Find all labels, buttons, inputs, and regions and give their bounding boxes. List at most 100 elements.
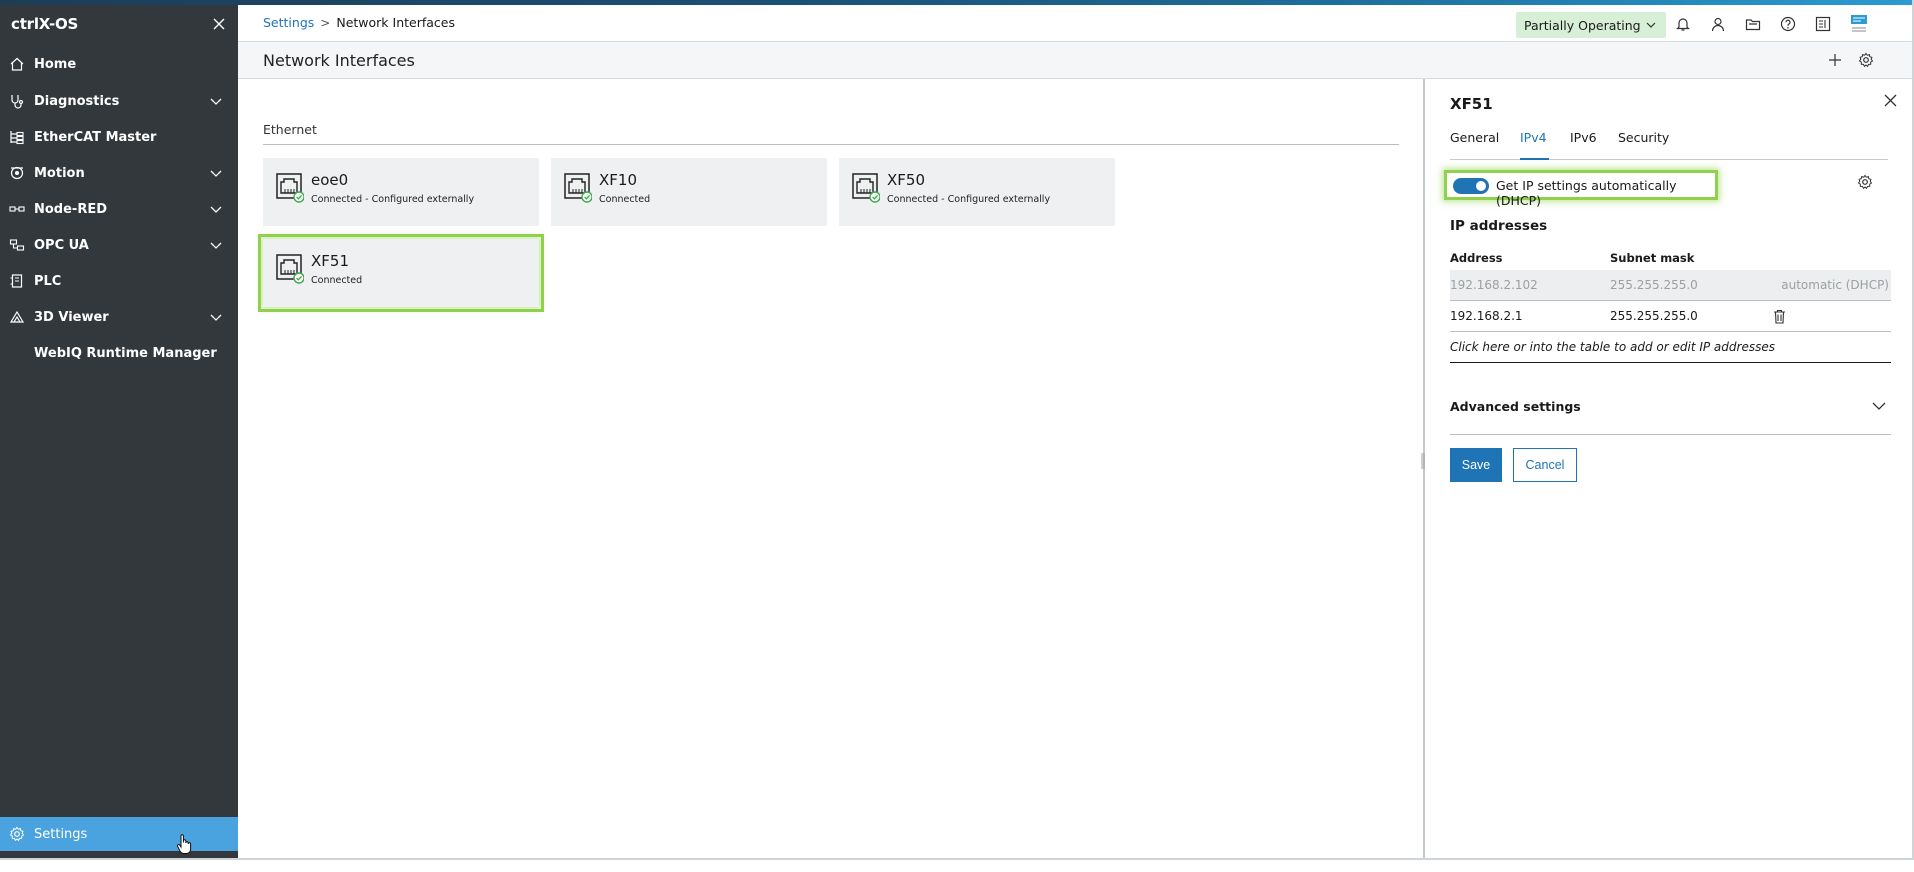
tab-security[interactable]: Security xyxy=(1618,130,1669,160)
sidebar-item-label: WebIQ Runtime Manager xyxy=(34,345,217,361)
sidebar-item-node-red[interactable]: Node-RED xyxy=(0,192,238,226)
tab-ipv6[interactable]: IPv6 xyxy=(1570,130,1597,160)
tab-ipv4[interactable]: IPv4 xyxy=(1520,130,1549,160)
close-sidebar-icon[interactable] xyxy=(213,18,225,30)
user-icon[interactable] xyxy=(1710,16,1726,32)
page-titlebar: Network Interfaces xyxy=(238,42,1912,79)
app-switch-icon[interactable] xyxy=(1815,16,1831,32)
interface-status: Connected - Configured externally xyxy=(311,194,475,205)
ethernet-port-icon xyxy=(852,173,880,203)
opc-ua-icon xyxy=(9,239,25,251)
node-red-icon xyxy=(9,206,25,212)
sidebar-item-webiq-runtime-manager[interactable]: WebIQ Runtime Manager xyxy=(0,336,238,370)
section-divider xyxy=(263,144,1399,145)
interface-status: Connected xyxy=(311,275,363,286)
sidebar-item-label: EtherCAT Master xyxy=(34,129,157,145)
breadcrumb-current: Network Interfaces xyxy=(336,15,455,30)
ethernet-port-icon xyxy=(276,173,304,203)
table-row[interactable]: 192.168.2.1 255.255.255.0 xyxy=(1450,301,1891,332)
hand-cursor-icon xyxy=(177,834,192,854)
dhcp-note-cell: automatic (DHCP) xyxy=(1781,278,1889,292)
3d-viewer-icon xyxy=(9,310,25,323)
top-header: Settings > Network Interfaces Partially … xyxy=(238,5,1912,42)
toggle-knob xyxy=(1476,181,1486,191)
dhcp-toggle[interactable] xyxy=(1453,178,1489,194)
chevron-down-icon[interactable] xyxy=(210,96,222,106)
ip-address-table[interactable]: Address Subnet mask 192.168.2.102 255.25… xyxy=(1450,246,1891,363)
sidebar-item-label: 3D Viewer xyxy=(34,309,109,325)
home-icon xyxy=(10,57,24,71)
column-header-address: Address xyxy=(1450,251,1503,265)
interface-card-xf51[interactable]: XF51 Connected xyxy=(258,234,544,312)
sidebar: ctrlX-OS Home Diagnostics EtherCAT Maste… xyxy=(0,5,238,858)
help-icon[interactable] xyxy=(1780,16,1796,32)
sidebar-item-home[interactable]: Home xyxy=(0,47,238,81)
ip-address-cell: 192.168.2.1 xyxy=(1450,309,1523,323)
page-title: Network Interfaces xyxy=(263,51,415,70)
add-ip-hint[interactable]: Click here or into the table to add or e… xyxy=(1450,332,1891,363)
interface-card-xf50[interactable]: XF50 Connected - Configured externally xyxy=(839,158,1115,226)
column-header-subnet: Subnet mask xyxy=(1610,251,1695,265)
ip-address-cell: 192.168.2.102 xyxy=(1450,278,1538,292)
interface-card-xf10[interactable]: XF10 Connected xyxy=(551,158,827,226)
table-header: Address Subnet mask xyxy=(1450,246,1891,270)
sidebar-item-3d-viewer[interactable]: 3D Viewer xyxy=(0,300,238,334)
gear-icon[interactable] xyxy=(1857,174,1873,190)
interface-detail-panel: XF51 General IPv4 IPv6 Security Get IP s… xyxy=(1421,79,1912,858)
sidebar-item-opc-ua[interactable]: OPC UA xyxy=(0,228,238,262)
plc-icon xyxy=(10,274,23,288)
interface-name: XF51 xyxy=(311,252,349,270)
cancel-button[interactable]: Cancel xyxy=(1513,448,1577,482)
sidebar-item-plc[interactable]: PLC xyxy=(0,264,238,298)
folder-icon[interactable] xyxy=(1745,16,1761,32)
breadcrumb-settings-link[interactable]: Settings xyxy=(263,15,314,30)
chevron-down-icon[interactable] xyxy=(210,168,222,178)
sidebar-item-ethercat-master[interactable]: EtherCAT Master xyxy=(0,120,238,154)
close-icon[interactable] xyxy=(1884,94,1897,107)
add-icon[interactable] xyxy=(1827,52,1843,68)
interface-name: XF50 xyxy=(887,171,925,189)
settings-icon[interactable] xyxy=(1858,52,1874,68)
ethercat-icon xyxy=(10,131,24,145)
chevron-down-icon[interactable] xyxy=(210,240,222,250)
sidebar-item-diagnostics[interactable]: Diagnostics xyxy=(0,84,238,118)
panel-tabs: General IPv4 IPv6 Security xyxy=(1450,130,1888,160)
sidebar-item-label: OPC UA xyxy=(34,237,89,253)
brand-logo: ctrlX-OS xyxy=(11,15,79,33)
ip-addresses-heading: IP addresses xyxy=(1450,218,1548,234)
sidebar-item-label: Diagnostics xyxy=(34,93,120,109)
bell-icon[interactable] xyxy=(1675,16,1691,32)
breadcrumb-separator: > xyxy=(320,15,331,30)
gear-icon xyxy=(9,826,25,842)
device-icon[interactable] xyxy=(1849,13,1869,35)
diagnostics-icon xyxy=(11,95,24,109)
sidebar-item-label: Node-RED xyxy=(34,201,108,217)
advanced-settings-expander[interactable]: Advanced settings xyxy=(1450,391,1891,435)
sidebar-item-label: Settings xyxy=(34,826,88,842)
interface-card-eoe0[interactable]: eoe0 Connected - Configured externally xyxy=(263,158,539,226)
sidebar-item-settings[interactable]: Settings xyxy=(0,817,238,854)
chevron-down-icon xyxy=(1646,22,1656,28)
section-heading-ethernet: Ethernet xyxy=(263,122,317,137)
dhcp-setting: Get IP settings automatically (DHCP) xyxy=(1444,170,1718,208)
save-button[interactable]: Save xyxy=(1450,448,1502,482)
subnet-mask-cell: 255.255.255.0 xyxy=(1610,278,1698,292)
chevron-down-icon[interactable] xyxy=(210,312,222,322)
add-ip-hint-text: Click here or into the table to add or e… xyxy=(1450,340,1775,354)
ethernet-port-icon xyxy=(564,173,592,203)
tab-general[interactable]: General xyxy=(1450,130,1499,160)
sidebar-item-label: Home xyxy=(34,56,77,72)
system-status-dropdown[interactable]: Partially Operating xyxy=(1516,12,1666,38)
interface-name: XF10 xyxy=(599,171,637,189)
sidebar-item-label: Motion xyxy=(34,165,85,181)
sidebar-item-motion[interactable]: Motion xyxy=(0,156,238,190)
chevron-down-icon[interactable] xyxy=(210,204,222,214)
resize-handle-icon[interactable] xyxy=(1419,449,1427,473)
breadcrumb: Settings > Network Interfaces xyxy=(263,15,455,30)
advanced-settings-label: Advanced settings xyxy=(1450,399,1581,414)
chevron-down-icon xyxy=(1872,402,1886,410)
interface-name: eoe0 xyxy=(311,171,349,189)
trash-icon[interactable] xyxy=(1773,309,1786,324)
subnet-mask-cell: 255.255.255.0 xyxy=(1610,309,1698,323)
dhcp-label: Get IP settings automatically (DHCP) xyxy=(1496,178,1677,208)
